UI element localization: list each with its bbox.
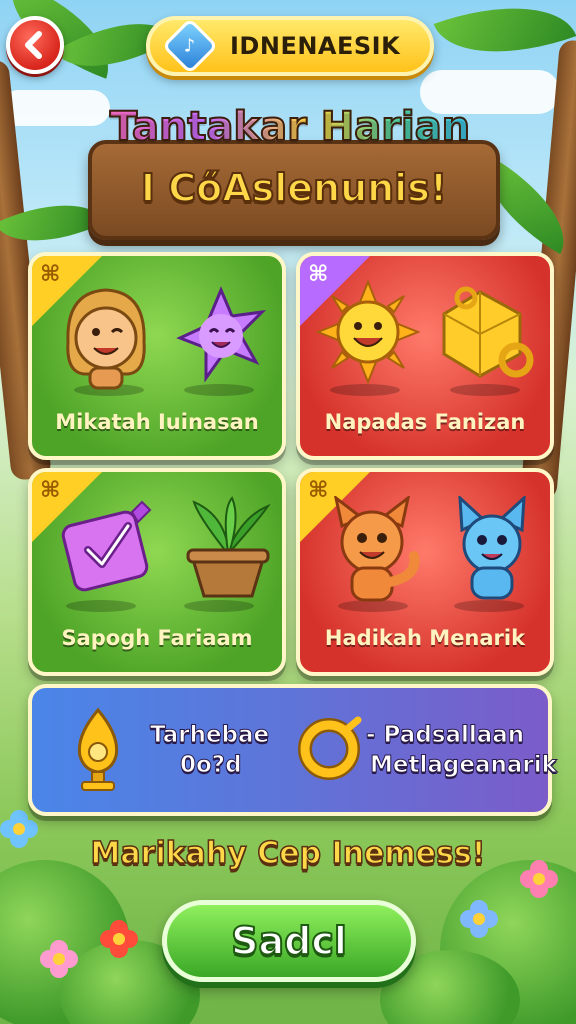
challenge-card-1[interactable]: ⌘ Mikatah Iuinasan [28, 252, 286, 460]
back-arrow-icon [25, 31, 42, 59]
challenge-card-2[interactable]: ⌘ Napadas Fanizan [296, 252, 554, 460]
heading-title: Tantakar Harian [80, 103, 500, 151]
sun-character-icon [316, 280, 420, 384]
card-label: Mikatah Iuinasan [55, 410, 259, 434]
reward-left-line2: 0o?d [180, 752, 243, 779]
screen-title-banner: ♪ IDNENAESIK [146, 16, 434, 76]
card-label: Hadikah Menarik [324, 626, 526, 650]
orange-fox-character-icon [334, 496, 420, 602]
purple-checklist-icon [61, 500, 152, 592]
blue-cat-character-icon [458, 496, 526, 600]
back-button[interactable] [6, 16, 64, 74]
music-note-gem-icon: ♪ [161, 17, 219, 75]
card-label: Napadas Fanizan [324, 410, 526, 434]
start-button-label: Sadcl [230, 918, 348, 964]
reward-right-line1: - Padsallaan [365, 722, 525, 749]
heading-subtitle: I CőAslenunis! [140, 165, 448, 211]
challenge-card-4[interactable]: ⌘ Hadikah Menarik [296, 468, 554, 676]
potted-plant-icon [186, 496, 271, 598]
gold-gem-key-icon [442, 286, 534, 378]
girl-character-icon [66, 288, 146, 390]
gold-ring-icon [298, 716, 362, 780]
reward-right-line2: Metlageanarik [370, 752, 558, 779]
purple-star-character-icon [176, 286, 266, 383]
challenge-card-3[interactable]: ⌘ Sapogh Fariaam [28, 468, 286, 676]
screen-title: IDNENAESIK [230, 32, 401, 60]
reward-left-line1: Tarhebae [149, 722, 270, 749]
reward-panel: Tarhebae 0o?d - Padsallaan Metlageanarik [28, 684, 557, 816]
golden-trophy-icon [77, 707, 119, 791]
card-label: Sapogh Fariaam [61, 626, 253, 650]
start-button[interactable]: Sadcl [162, 900, 416, 982]
encouragement-text: Marikahy Cep Inemess! [90, 835, 486, 872]
